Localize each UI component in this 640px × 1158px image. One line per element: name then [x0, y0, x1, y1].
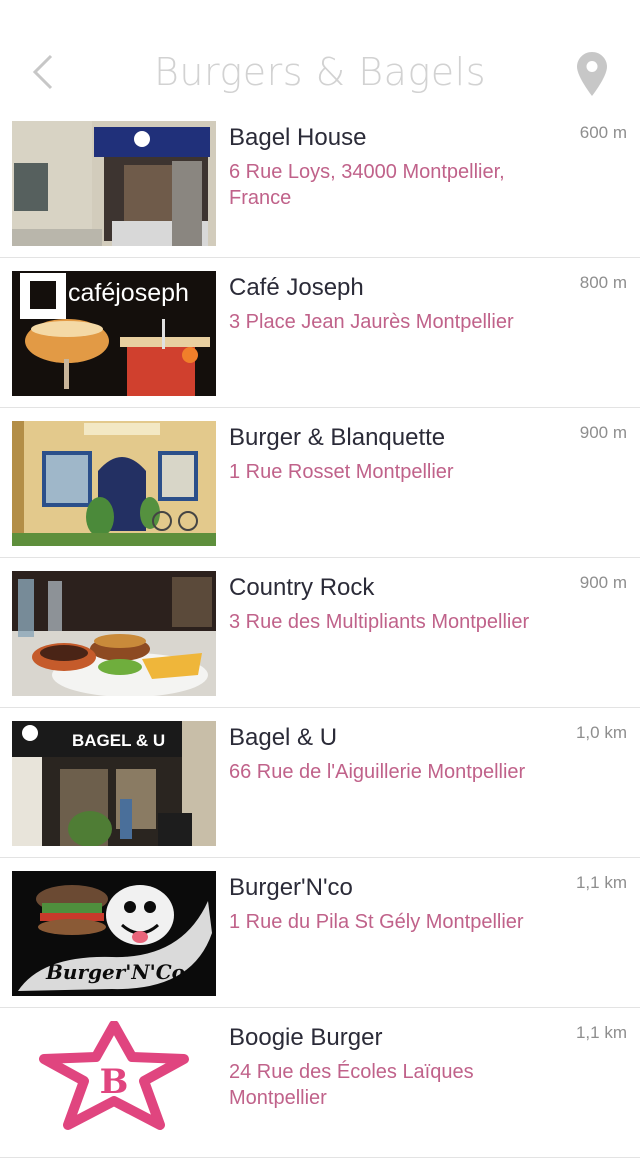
- restaurant-address[interactable]: 24 Rue des Écoles Laïques Montpellier: [229, 1059, 559, 1111]
- nav-header: Burgers & Bagels: [0, 0, 640, 120]
- map-button[interactable]: [574, 50, 610, 98]
- restaurant-photo: B: [12, 1021, 216, 1146]
- restaurant-photo: [12, 421, 216, 546]
- restaurant-name: Burger & Blanquette: [229, 424, 446, 451]
- restaurant-address[interactable]: 6 Rue Loys, 34000 Montpellier, France: [229, 159, 559, 211]
- restaurant-photo: [12, 571, 216, 696]
- restaurant-photo: BAGEL & U: [12, 721, 216, 846]
- restaurant-name: Bagel House: [229, 124, 367, 151]
- restaurant-list: Bagel House 6 Rue Loys, 34000 Montpellie…: [0, 108, 640, 1158]
- restaurant-address[interactable]: 3 Place Jean Jaurès Montpellier: [229, 309, 559, 335]
- restaurant-name: Café Joseph: [229, 274, 364, 301]
- restaurant-name: Burger'N'co: [229, 874, 353, 901]
- restaurant-name: Bagel & U: [229, 724, 338, 751]
- restaurant-row[interactable]: B Boogie Burger 24 Rue des Écoles Laïque…: [0, 1008, 640, 1158]
- boogie-logo-text: B: [100, 1062, 129, 1102]
- restaurant-distance: 600 m: [579, 123, 627, 142]
- restaurant-distance: 900 m: [579, 573, 627, 592]
- restaurant-address[interactable]: 1 Rue du Pila St Gély Montpellier: [229, 909, 559, 935]
- restaurant-row[interactable]: Burger & Blanquette 1 Rue Rosset Montpel…: [0, 408, 640, 558]
- restaurant-row[interactable]: Burger'N'Co Burger'N'co 1 Rue du Pila St…: [0, 858, 640, 1008]
- restaurant-row[interactable]: BAGEL & U Bagel & U 66 Rue de l'Aiguille…: [0, 708, 640, 858]
- restaurant-distance: 1,1 km: [575, 1023, 627, 1042]
- restaurant-distance: 1,1 km: [575, 873, 627, 892]
- page-title: Burgers & Bagels: [153, 50, 487, 94]
- restaurant-distance: 1,0 km: [575, 723, 627, 742]
- restaurant-distance: 900 m: [579, 423, 627, 442]
- restaurant-photo: [12, 121, 216, 246]
- restaurant-photo: caféjoseph: [12, 271, 216, 396]
- burgernco-logo-text: Burger'N'Co: [45, 960, 185, 984]
- restaurant-address[interactable]: 66 Rue de l'Aiguillerie Montpellier: [229, 759, 559, 785]
- map-pin-icon: [577, 52, 607, 96]
- restaurant-name: Country Rock: [229, 574, 375, 601]
- restaurant-distance: 800 m: [579, 273, 627, 292]
- restaurant-photo: Burger'N'Co: [12, 871, 216, 996]
- bagel-sign-text: BAGEL & U: [72, 731, 165, 750]
- restaurant-name: Boogie Burger: [229, 1024, 383, 1051]
- restaurant-address[interactable]: 1 Rue Rosset Montpellier: [229, 459, 559, 485]
- restaurant-row[interactable]: Country Rock 3 Rue des Multipliants Mont…: [0, 558, 640, 708]
- restaurant-row[interactable]: Bagel House 6 Rue Loys, 34000 Montpellie…: [0, 108, 640, 258]
- restaurant-row[interactable]: caféjoseph Café Joseph 3 Place Jean Jaur…: [0, 258, 640, 408]
- restaurant-address[interactable]: 3 Rue des Multipliants Montpellier: [229, 609, 559, 635]
- cafe-logo-text: caféjoseph: [68, 279, 189, 307]
